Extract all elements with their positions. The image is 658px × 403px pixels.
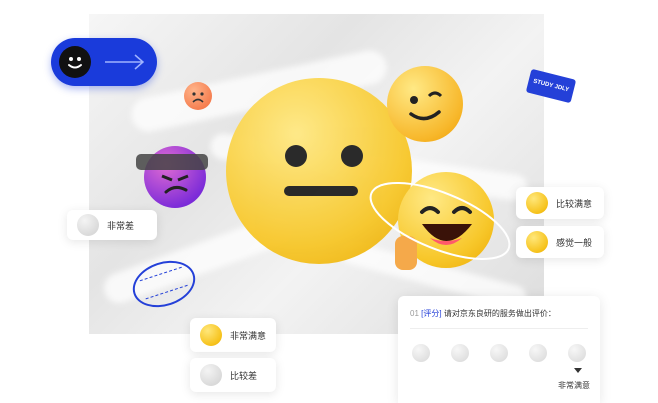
sad-face-icon: [200, 364, 222, 386]
rating-option-satisfied[interactable]: [529, 344, 547, 362]
rating-option-neutral[interactable]: [490, 344, 508, 362]
selected-rating-label: 非常满意: [558, 381, 590, 390]
rating-option-very-satisfied[interactable]: [568, 344, 586, 362]
smile-face-icon: [526, 192, 548, 214]
rating-card-very-poor[interactable]: 非常差: [67, 210, 157, 240]
smile-icon: [59, 46, 91, 78]
angry-sunglasses-emoji: [136, 146, 208, 208]
wink-emoji: [387, 66, 463, 142]
survey-panel: 01 [评分] 请对京东良研的服务做出评价： 非常满意: [398, 296, 600, 403]
rating-card-poor[interactable]: 比较差: [190, 358, 276, 392]
card-label: 非常差: [107, 220, 135, 231]
rating-card-satisfied[interactable]: 比较满意: [516, 187, 604, 219]
orbit-ring: [369, 182, 511, 260]
rating-card-neutral[interactable]: 感觉一般: [516, 226, 604, 258]
small-sad-emoji: [184, 82, 212, 110]
sticker-text: STUDY JDLY: [532, 78, 570, 94]
card-label: 比较差: [230, 370, 258, 381]
laugh-face-icon: [200, 324, 222, 346]
neutral-face-icon: [526, 231, 548, 253]
rating-option-poor[interactable]: [451, 344, 469, 362]
question-text: 请对京东良研的服务做出评价：: [443, 309, 556, 318]
sunglasses-face-icon: [77, 214, 99, 236]
card-label: 比较满意: [556, 198, 593, 209]
caret-down-icon: [574, 368, 582, 373]
rating-card-very-satisfied[interactable]: 非常满意: [190, 318, 276, 352]
question-number: 01: [410, 309, 419, 318]
rating-option-very-poor[interactable]: [412, 344, 430, 362]
card-label: 非常满意: [230, 330, 267, 341]
question-tag: [评分]: [421, 309, 442, 318]
start-pill-button[interactable]: [51, 38, 157, 86]
card-label: 感觉一般: [556, 237, 593, 248]
arrow-right-icon: [105, 54, 145, 70]
